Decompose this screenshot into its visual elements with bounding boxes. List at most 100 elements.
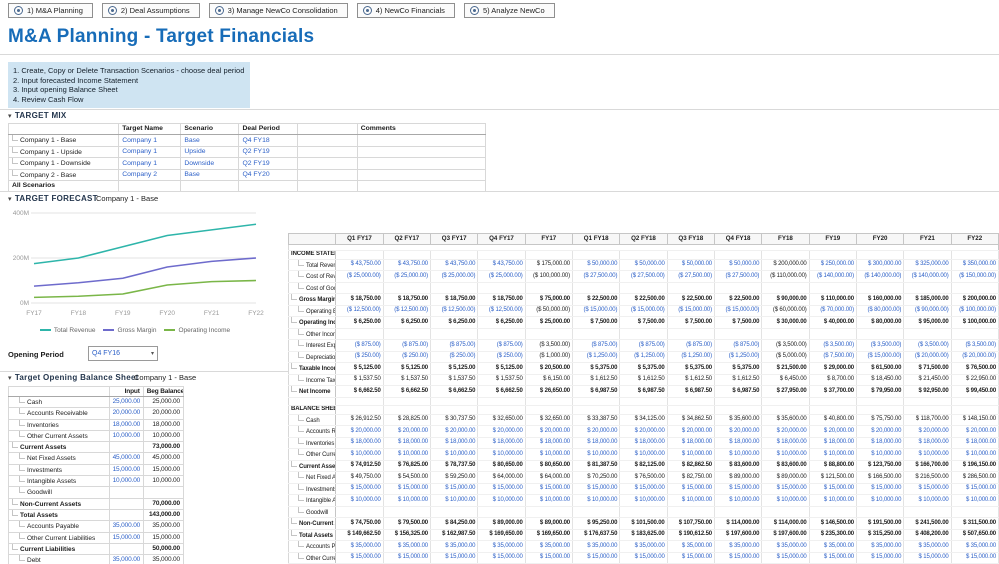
forecast-cell[interactable]: $ 18,000.00 xyxy=(336,437,383,449)
forecast-cell[interactable]: ($ 90,000.00) xyxy=(904,305,951,317)
target-name-cell[interactable]: Company 1 xyxy=(119,135,181,147)
forecast-cell[interactable]: $ 10,000.00 xyxy=(336,495,383,507)
forecast-cell[interactable]: $ 15,000.00 xyxy=(525,483,572,495)
input-cell[interactable]: 45,000.00 xyxy=(109,453,143,464)
deal-period-cell[interactable]: Q4 FY20 xyxy=(239,169,297,181)
forecast-cell[interactable]: $ 15,000.00 xyxy=(951,483,998,495)
forecast-cell[interactable] xyxy=(951,506,998,518)
nav-button-deal-assumptions[interactable]: 2) Deal Assumptions xyxy=(102,3,200,18)
scenario-cell[interactable]: Base xyxy=(181,135,239,147)
forecast-cell[interactable]: ($ 15,000.00) xyxy=(620,305,667,317)
forecast-cell[interactable]: $ 10,000.00 xyxy=(951,495,998,507)
forecast-cell[interactable]: ($ 150,000.00) xyxy=(951,271,998,283)
forecast-cell[interactable]: ($ 27,500.00) xyxy=(714,271,761,283)
target-name-cell[interactable]: Company 1 xyxy=(119,158,181,170)
forecast-cell[interactable] xyxy=(809,282,856,294)
forecast-cell[interactable] xyxy=(572,328,619,340)
comments-cell[interactable] xyxy=(357,169,485,181)
forecast-cell[interactable]: $ 10,000.00 xyxy=(667,495,714,507)
forecast-cell[interactable]: $ 18,000.00 xyxy=(430,437,477,449)
forecast-cell[interactable]: $ 18,000.00 xyxy=(383,437,430,449)
forecast-cell[interactable]: $ 35,000.00 xyxy=(525,541,572,553)
forecast-cell[interactable]: $ 18,000.00 xyxy=(667,437,714,449)
forecast-cell[interactable]: ($ 15,000.00) xyxy=(667,305,714,317)
forecast-cell[interactable]: $ 15,000.00 xyxy=(667,552,714,564)
forecast-cell[interactable]: $ 20,000.00 xyxy=(904,426,951,438)
forecast-cell[interactable] xyxy=(809,506,856,518)
forecast-cell[interactable]: $ 15,000.00 xyxy=(383,483,430,495)
forecast-cell[interactable] xyxy=(525,506,572,518)
forecast-cell[interactable]: ($ 140,000.00) xyxy=(809,271,856,283)
target-name-cell[interactable]: Company 2 xyxy=(119,169,181,181)
forecast-cell[interactable]: $ 15,000.00 xyxy=(383,552,430,564)
forecast-cell[interactable] xyxy=(714,282,761,294)
forecast-cell[interactable]: $ 20,000.00 xyxy=(478,426,525,438)
forecast-cell[interactable] xyxy=(667,282,714,294)
scenario-cell[interactable]: Downside xyxy=(181,158,239,170)
comments-cell[interactable] xyxy=(357,146,485,158)
input-cell[interactable]: 35,000.00 xyxy=(109,555,143,564)
forecast-cell[interactable]: $ 10,000.00 xyxy=(525,449,572,461)
forecast-cell[interactable]: $ 10,000.00 xyxy=(430,449,477,461)
comments-cell[interactable] xyxy=(357,135,485,147)
forecast-cell[interactable] xyxy=(620,282,667,294)
forecast-cell[interactable]: $ 15,000.00 xyxy=(478,483,525,495)
forecast-cell[interactable]: $ 10,000.00 xyxy=(383,495,430,507)
forecast-cell[interactable] xyxy=(430,282,477,294)
forecast-cell[interactable]: $ 15,000.00 xyxy=(762,483,809,495)
forecast-cell[interactable]: $ 18,000.00 xyxy=(904,437,951,449)
forecast-cell[interactable]: ($ 12,500.00) xyxy=(430,305,477,317)
forecast-cell[interactable]: $ 43,750.00 xyxy=(383,259,430,271)
comments-cell[interactable] xyxy=(357,158,485,170)
forecast-cell[interactable]: $ 35,000.00 xyxy=(762,541,809,553)
forecast-cell[interactable] xyxy=(904,328,951,340)
forecast-cell[interactable]: $ 18,000.00 xyxy=(525,437,572,449)
forecast-cell[interactable]: $ 20,000.00 xyxy=(856,426,903,438)
forecast-cell[interactable]: $ 18,000.00 xyxy=(762,437,809,449)
forecast-cell[interactable]: $ 15,000.00 xyxy=(714,483,761,495)
forecast-cell[interactable]: $ 10,000.00 xyxy=(762,495,809,507)
forecast-cell[interactable]: $ 20,000.00 xyxy=(667,426,714,438)
input-cell[interactable]: 15,000.00 xyxy=(109,532,143,543)
forecast-cell[interactable]: $ 20,000.00 xyxy=(809,426,856,438)
forecast-cell[interactable]: ($ 20,000.00) xyxy=(951,351,998,363)
forecast-cell[interactable]: $ 10,000.00 xyxy=(904,449,951,461)
forecast-cell[interactable] xyxy=(478,282,525,294)
forecast-cell[interactable]: $ 20,000.00 xyxy=(383,426,430,438)
forecast-cell[interactable]: $ 10,000.00 xyxy=(525,495,572,507)
forecast-cell[interactable]: $ 10,000.00 xyxy=(809,449,856,461)
forecast-cell[interactable]: ($ 875.00) xyxy=(667,340,714,352)
forecast-cell[interactable]: $ 35,000.00 xyxy=(904,541,951,553)
forecast-cell[interactable]: $ 15,000.00 xyxy=(572,483,619,495)
forecast-cell[interactable]: ($ 875.00) xyxy=(336,340,383,352)
input-cell[interactable]: 25,000.00 xyxy=(109,397,143,408)
forecast-cell[interactable]: ($ 875.00) xyxy=(714,340,761,352)
forecast-cell[interactable]: ($ 3,500.00) xyxy=(951,340,998,352)
forecast-cell[interactable] xyxy=(478,506,525,518)
forecast-cell[interactable] xyxy=(478,328,525,340)
forecast-cell[interactable] xyxy=(620,328,667,340)
forecast-cell[interactable]: ($ 12,500.00) xyxy=(336,305,383,317)
input-cell[interactable] xyxy=(109,543,143,554)
forecast-cell[interactable]: $ 18,000.00 xyxy=(714,437,761,449)
forecast-cell[interactable] xyxy=(762,506,809,518)
forecast-cell[interactable]: $ 15,000.00 xyxy=(904,483,951,495)
forecast-cell[interactable]: $ 10,000.00 xyxy=(714,449,761,461)
forecast-cell[interactable] xyxy=(856,328,903,340)
forecast-cell[interactable]: $ 15,000.00 xyxy=(572,552,619,564)
forecast-cell[interactable]: $ 20,000.00 xyxy=(951,426,998,438)
input-cell[interactable] xyxy=(109,487,143,498)
forecast-cell[interactable]: $ 20,000.00 xyxy=(714,426,761,438)
forecast-cell[interactable]: $ 10,000.00 xyxy=(620,449,667,461)
forecast-cell[interactable] xyxy=(430,328,477,340)
forecast-cell[interactable]: ($ 250.00) xyxy=(430,351,477,363)
forecast-cell[interactable]: ($ 875.00) xyxy=(478,340,525,352)
forecast-cell[interactable]: ($ 27,500.00) xyxy=(572,271,619,283)
input-cell[interactable] xyxy=(109,509,143,520)
forecast-cell[interactable] xyxy=(620,506,667,518)
forecast-cell[interactable]: $ 15,000.00 xyxy=(620,552,667,564)
forecast-cell[interactable]: $ 35,000.00 xyxy=(856,541,903,553)
forecast-cell[interactable]: ($ 1,250.00) xyxy=(714,351,761,363)
nav-button-manage-newco-consolidation[interactable]: 3) Manage NewCo Consolidation xyxy=(209,3,348,18)
forecast-cell[interactable]: $ 20,000.00 xyxy=(525,426,572,438)
